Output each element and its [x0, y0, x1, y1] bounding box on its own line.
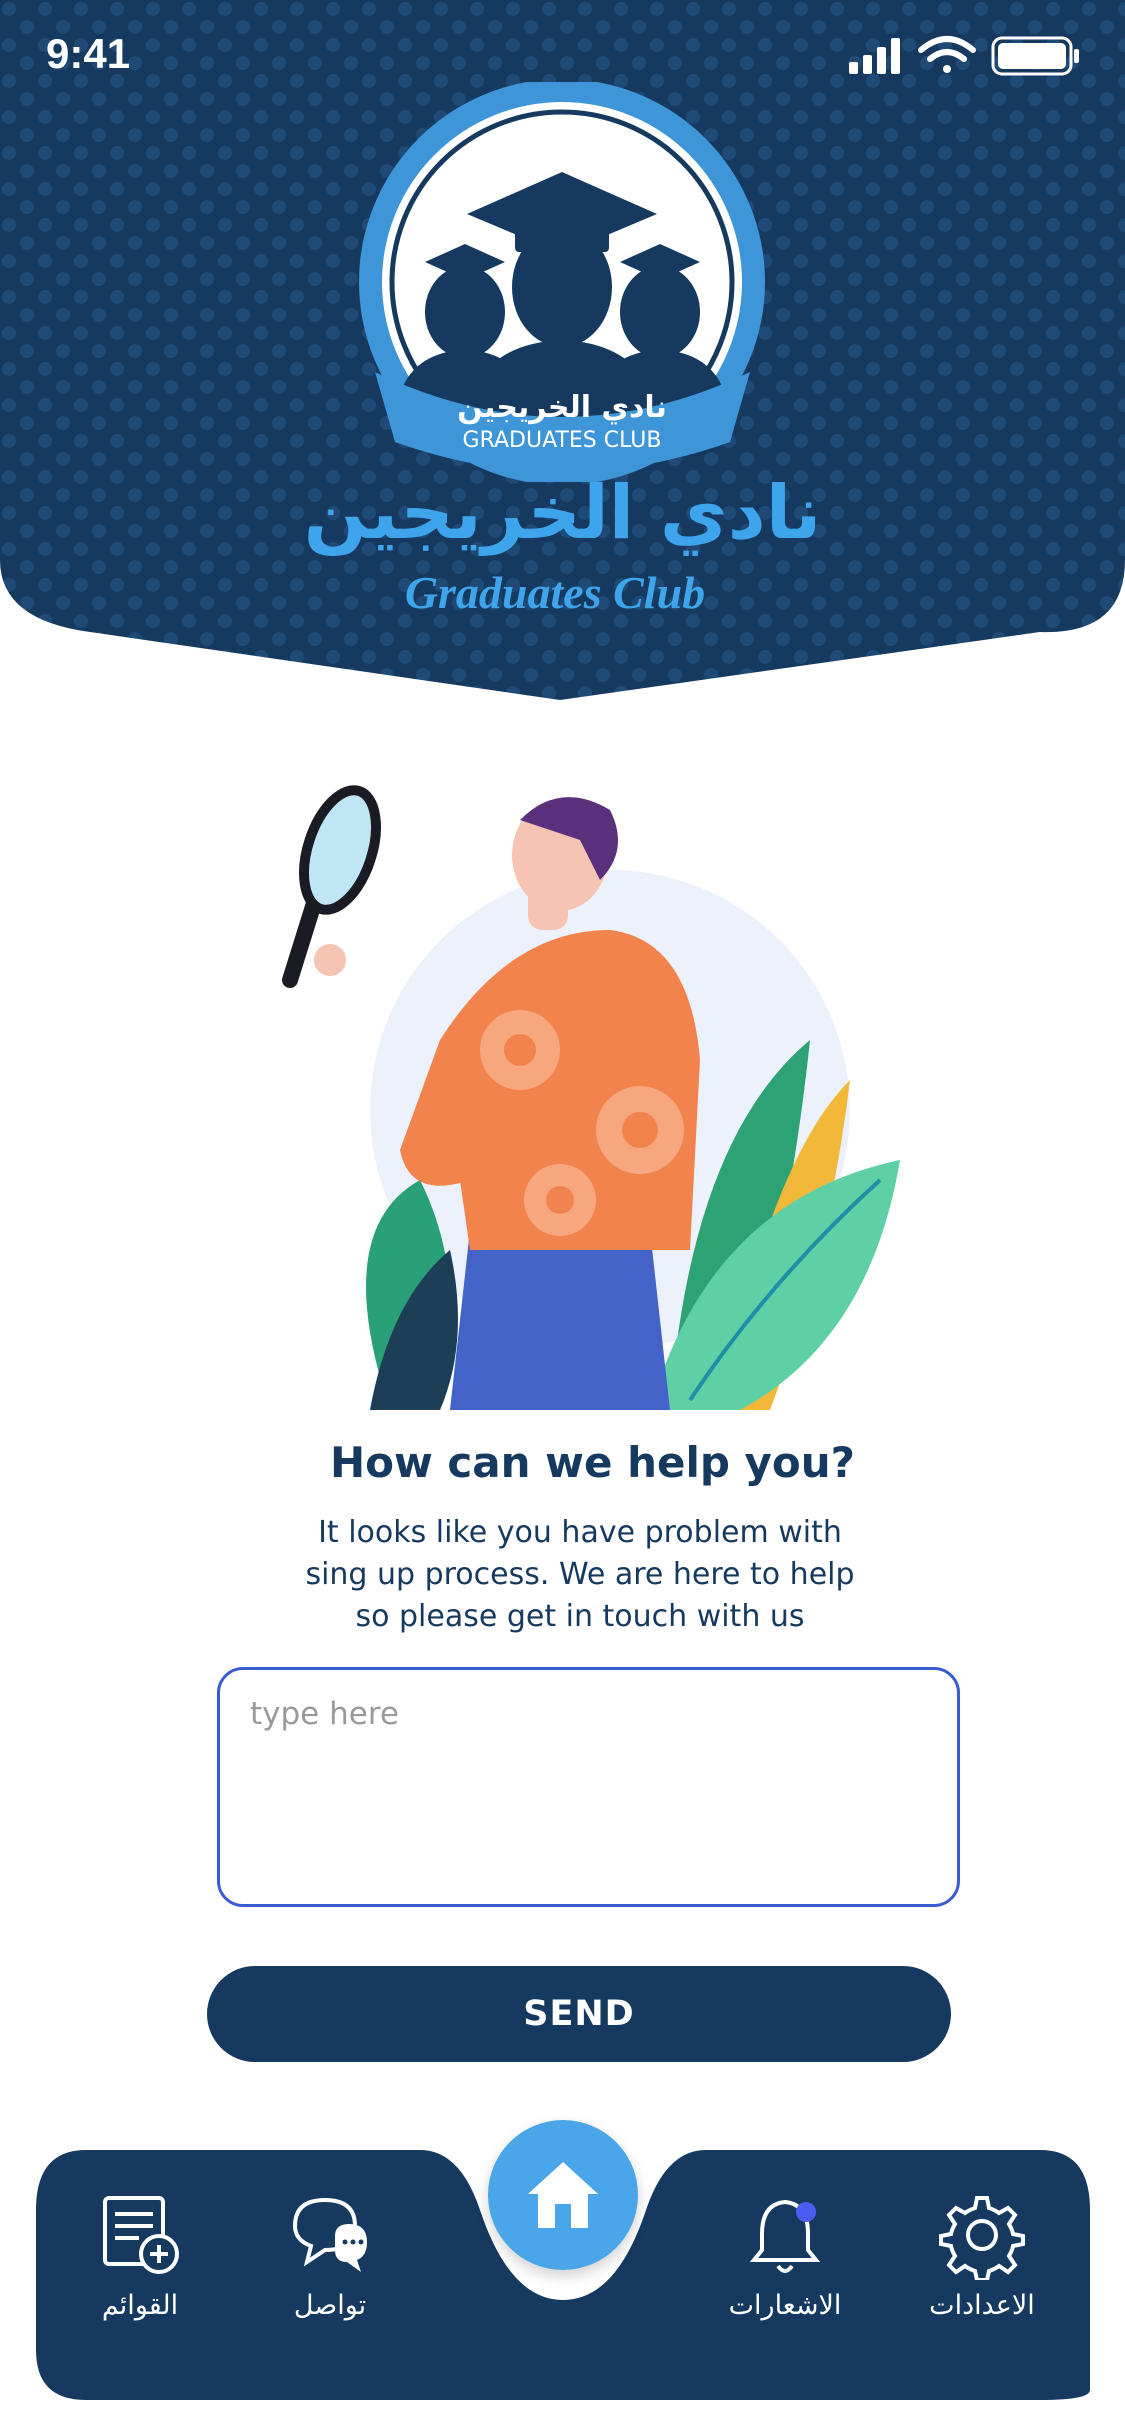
brand-arabic-name: نادي الخريجين [303, 470, 822, 556]
nav-lists[interactable]: القوائم [55, 2190, 225, 2340]
notification-dot [796, 2202, 816, 2222]
nav-contact[interactable]: تواصل [245, 2190, 415, 2340]
nav-notifications-label: الاشعارات [728, 2290, 842, 2321]
signal-icon [849, 38, 900, 74]
status-time: 9:41 [46, 30, 131, 77]
list-add-icon [103, 2196, 179, 2274]
brand-english-name: Graduates Club [404, 567, 706, 618]
bell-icon [749, 2199, 821, 2273]
help-description: It looks like you have problem with sing… [305, 1515, 855, 1634]
send-button[interactable]: SEND [207, 1966, 951, 2062]
wifi-icon [918, 36, 976, 73]
nav-settings[interactable]: الاعدادات [897, 2190, 1067, 2340]
nav-contact-label: تواصل [293, 2290, 367, 2321]
logo-arabic-text: نادي الخريجين [457, 390, 667, 425]
status-indicators [849, 36, 1079, 76]
battery-icon [991, 36, 1079, 76]
help-title: How can we help you? [329, 1438, 856, 1487]
logo-english-text: GRADUATES CLUB [463, 428, 662, 453]
chat-bubbles-icon [292, 2197, 367, 2272]
home-icon [528, 2162, 598, 2228]
club-logo: نادي الخريجين GRADUATES CLUB [355, 79, 770, 485]
gear-icon [939, 2196, 1025, 2280]
nav-lists-label: القوائم [101, 2290, 179, 2321]
support-illustration [282, 785, 900, 1410]
nav-settings-label: الاعدادات [929, 2290, 1035, 2321]
home-button[interactable] [488, 2120, 638, 2270]
message-input[interactable] [217, 1667, 960, 1907]
nav-notifications[interactable]: الاشعارات [700, 2190, 870, 2340]
